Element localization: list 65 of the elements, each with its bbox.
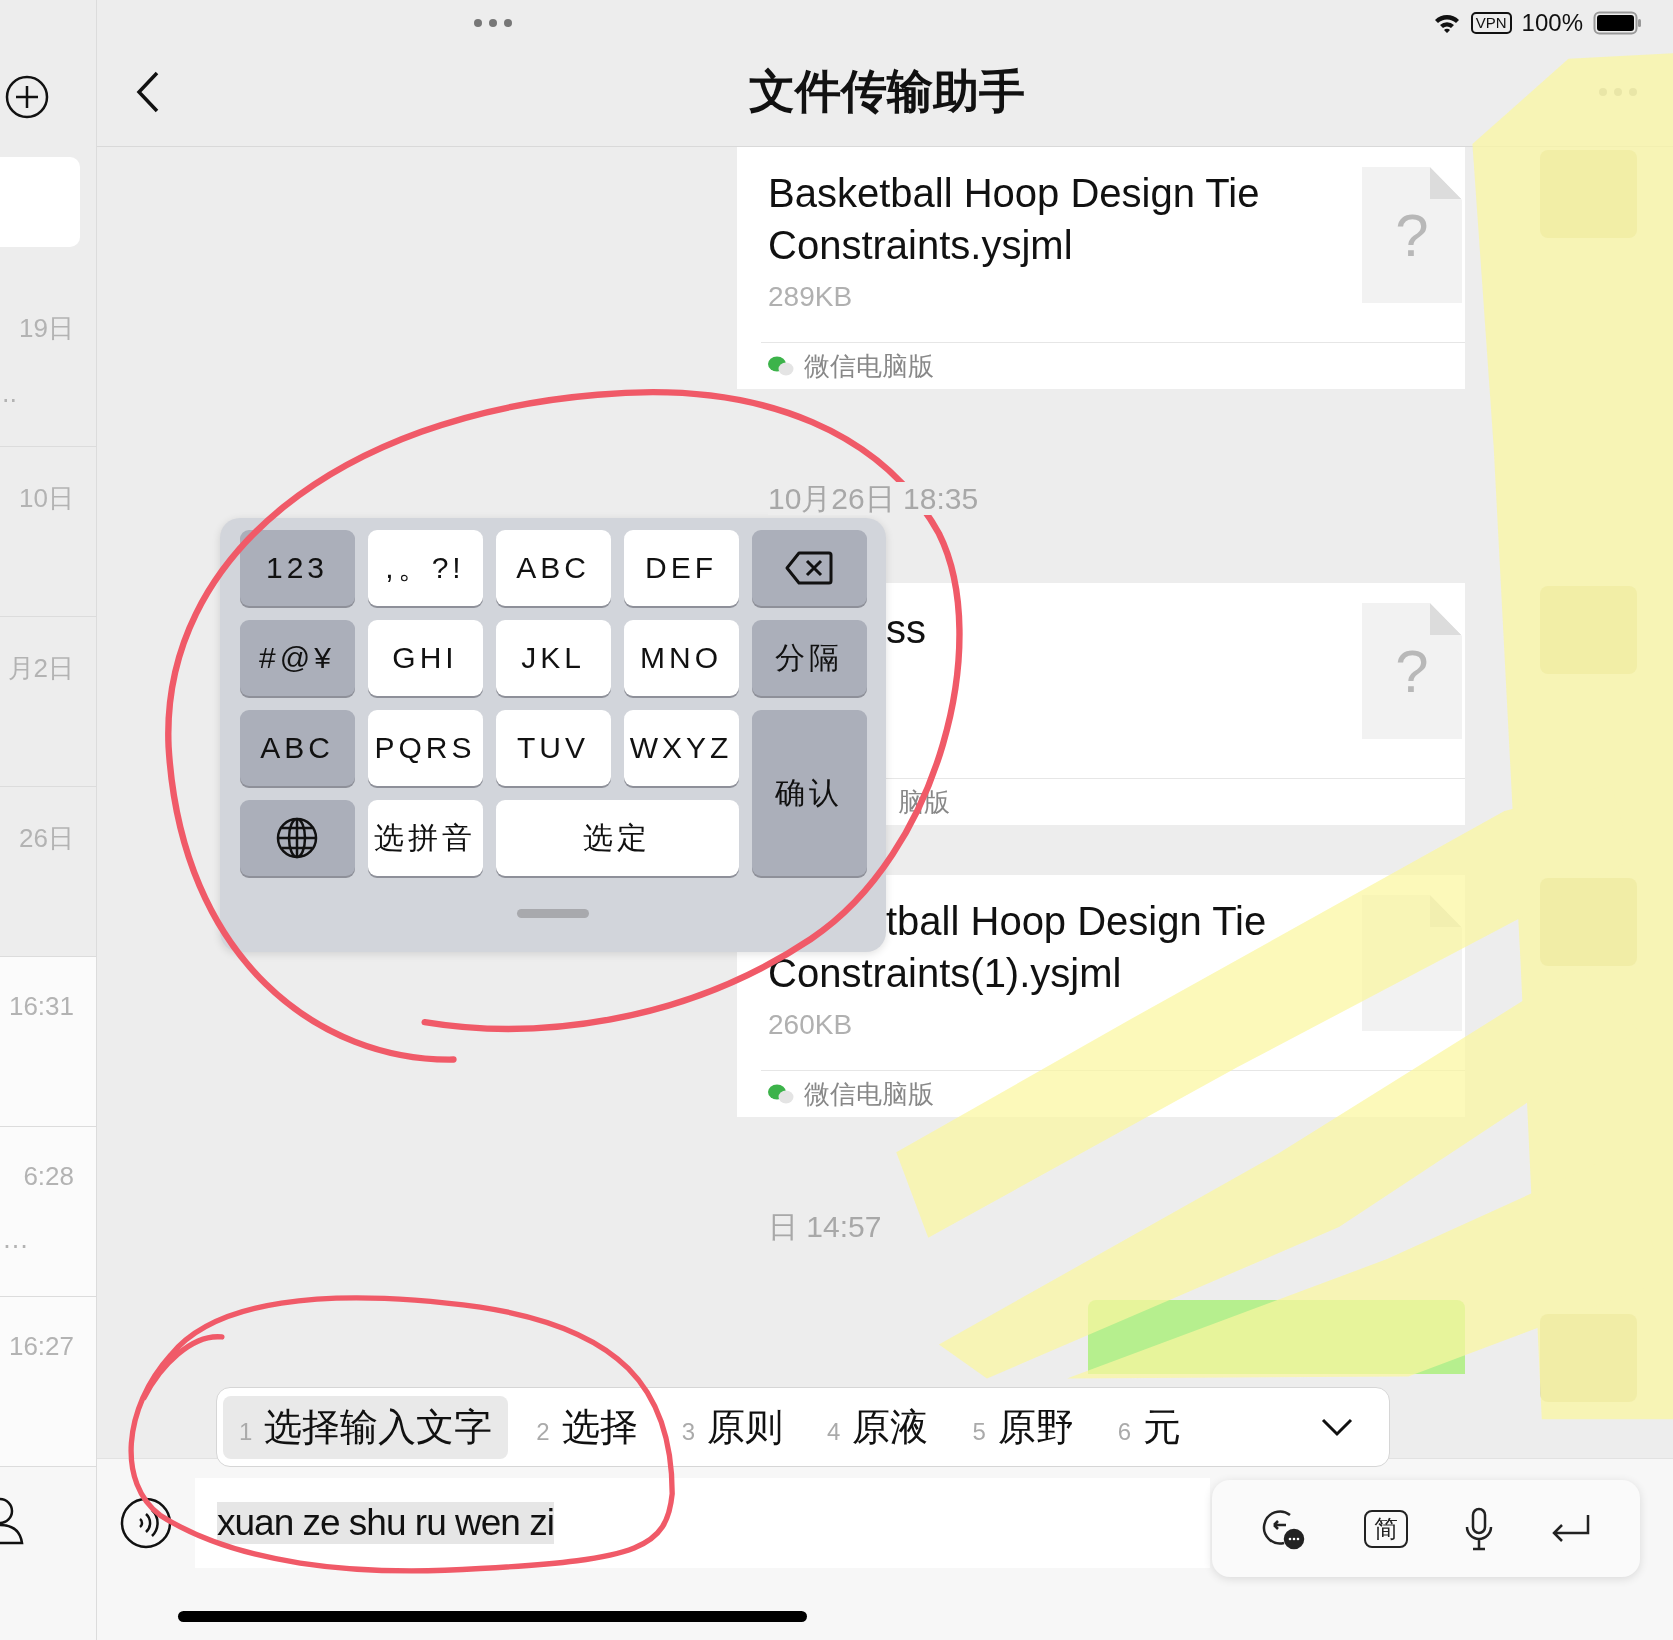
globe-icon bbox=[275, 816, 319, 860]
add-icon[interactable] bbox=[5, 75, 49, 119]
vpn-badge: VPN bbox=[1470, 11, 1512, 34]
battery-icon bbox=[1593, 10, 1643, 35]
source-label: 微信电脑版 bbox=[804, 1077, 934, 1111]
chat-time: 月2日 bbox=[7, 652, 74, 685]
keyboard-key[interactable]: 分隔 bbox=[751, 620, 867, 696]
keyboard-key[interactable]: WXYZ bbox=[623, 710, 739, 786]
globe-key[interactable] bbox=[239, 800, 355, 876]
chat-preview: … bbox=[2, 1224, 29, 1255]
backspace-icon bbox=[785, 551, 833, 585]
person-icon[interactable] bbox=[0, 1495, 26, 1547]
chat-time: 16:27 bbox=[8, 1331, 74, 1362]
back-icon[interactable] bbox=[135, 69, 161, 114]
file-name: Constraints.ysjml bbox=[768, 222, 1073, 269]
timestamp: 10月26日 18:35 bbox=[768, 482, 979, 515]
file-name: Basketball Hoop Design Tie bbox=[768, 170, 1260, 217]
keyboard-key[interactable]: 确认 bbox=[751, 710, 867, 876]
keyboard-key[interactable]: 123 bbox=[239, 530, 355, 606]
file-size: 260KB bbox=[768, 1009, 853, 1041]
delete-key[interactable] bbox=[751, 530, 867, 606]
keyboard-key[interactable]: ,。?! bbox=[367, 530, 483, 606]
chat-time: 19日 bbox=[19, 312, 74, 345]
keyboard-key[interactable]: #@¥ bbox=[239, 620, 355, 696]
chevron-down-icon[interactable] bbox=[1321, 1417, 1353, 1437]
keyboard-key[interactable]: JKL bbox=[495, 620, 611, 696]
file-icon: ? bbox=[1362, 167, 1462, 303]
file-name: tball Hoop Design Tie bbox=[885, 898, 1267, 945]
source-label: 微信电脑版 bbox=[804, 349, 934, 383]
message-input[interactable]: xuan ze shu ru wen zi bbox=[195, 1478, 1210, 1568]
more-icon[interactable] bbox=[473, 17, 513, 28]
keyboard-key[interactable]: DEF bbox=[623, 530, 739, 606]
file-card[interactable]: Basketball Hoop Design Tie Constraints.ysjml 289KB ? 微信电脑版 bbox=[737, 147, 1465, 389]
keyboard-key[interactable]: 选拼音 bbox=[367, 800, 483, 876]
keyboard-key[interactable]: GHI bbox=[367, 620, 483, 696]
microphone-icon[interactable] bbox=[1464, 1506, 1494, 1551]
keyboard-key[interactable]: MNO bbox=[623, 620, 739, 696]
chat-time: 6:28 bbox=[23, 1161, 74, 1192]
file-icon: ? bbox=[1362, 603, 1462, 739]
input-text: xuan ze shu ru wen zi bbox=[217, 1502, 554, 1544]
candidate[interactable]: 2 选择 bbox=[520, 1395, 654, 1459]
battery-percent: 100% bbox=[1521, 8, 1583, 37]
candidate[interactable]: 4 原液 bbox=[811, 1395, 945, 1459]
keyboard-key[interactable]: ABC bbox=[239, 710, 355, 786]
keyboard-key[interactable]: PQRS bbox=[367, 710, 483, 786]
chat-time: 10日 bbox=[19, 482, 74, 515]
drag-handle[interactable] bbox=[517, 909, 589, 918]
voice-icon[interactable] bbox=[120, 1497, 172, 1549]
chat-time: 26日 bbox=[19, 822, 74, 855]
candidate[interactable]: 6 元 bbox=[1101, 1395, 1198, 1459]
wechat-icon bbox=[768, 1083, 794, 1105]
keyboard-key[interactable]: TUV bbox=[495, 710, 611, 786]
file-name: Constraints(1).ysjml bbox=[768, 950, 1122, 997]
candidate[interactable]: 5 原野 bbox=[956, 1395, 1090, 1459]
keyboard-key[interactable]: 选定 bbox=[495, 800, 739, 876]
candidate[interactable]: 3 原则 bbox=[665, 1395, 800, 1459]
file-name: ss bbox=[885, 606, 926, 653]
wechat-icon bbox=[768, 355, 794, 377]
chat-title: 文件传输助手 bbox=[748, 63, 1025, 119]
chat-preview: .. bbox=[2, 378, 17, 409]
simplified-chinese-toggle[interactable]: 简 bbox=[1364, 1509, 1408, 1548]
keyboard-key[interactable]: ABC bbox=[495, 530, 611, 606]
candidate[interactable]: 1 选择输入文字 bbox=[223, 1395, 509, 1459]
file-size: 289KB bbox=[768, 281, 853, 313]
chat-time: 16:31 bbox=[8, 991, 74, 1022]
